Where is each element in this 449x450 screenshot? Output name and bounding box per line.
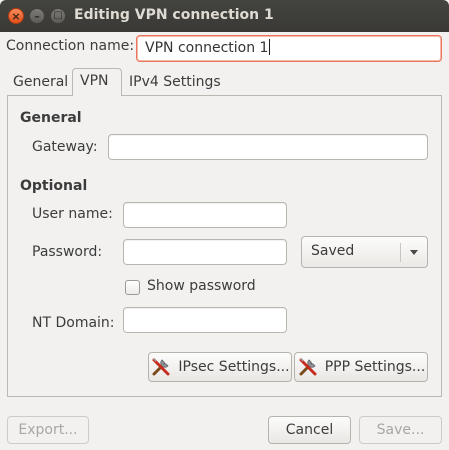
connection-name-value: VPN connection 1 — [145, 40, 269, 56]
minimize-window-button[interactable]: – — [29, 8, 45, 24]
connection-name-label: Connection name: — [6, 38, 135, 54]
tab-vpn[interactable]: VPN — [72, 68, 122, 96]
window-title: Editing VPN connection 1 — [74, 7, 274, 23]
tab-vpn-label: VPN — [80, 73, 109, 89]
gateway-input[interactable] — [108, 134, 428, 160]
password-input[interactable] — [123, 239, 287, 265]
text-caret — [269, 39, 271, 55]
save-label: Save... — [376, 422, 425, 438]
general-section-heading: General — [20, 110, 82, 126]
gateway-label: Gateway: — [32, 139, 98, 155]
ppp-settings-button[interactable]: PPP Settings... — [294, 352, 428, 382]
show-password-checkbox[interactable] — [125, 280, 140, 295]
tab-ipv4-settings[interactable]: IPv4 Settings — [122, 70, 228, 96]
dropdown-separator — [400, 243, 401, 262]
close-window-button[interactable]: × — [8, 8, 24, 24]
save-button[interactable]: Save... — [359, 416, 442, 444]
maximize-window-button[interactable]: □ — [50, 8, 66, 24]
title-bar: × – □ Editing VPN connection 1 — [0, 0, 449, 32]
show-password-label[interactable]: Show password — [147, 278, 256, 294]
vpn-tab-panel: General Gateway: Optional User name: Pas… — [7, 95, 442, 397]
password-storage-value: Saved — [311, 243, 355, 259]
tab-general-label: General — [13, 74, 69, 90]
username-label: User name: — [32, 206, 113, 222]
nt-domain-input[interactable] — [123, 307, 287, 333]
close-icon: × — [11, 9, 21, 23]
cancel-button[interactable]: Cancel — [268, 416, 351, 444]
nt-domain-label: NT Domain: — [32, 315, 115, 331]
tab-general[interactable]: General — [6, 70, 75, 96]
ipsec-settings-label: IPsec Settings... — [178, 359, 290, 375]
optional-section-heading: Optional — [20, 178, 88, 194]
maximize-icon: □ — [53, 10, 63, 21]
ipsec-settings-button[interactable]: IPsec Settings... — [148, 352, 292, 382]
cancel-label: Cancel — [285, 422, 334, 438]
password-storage-dropdown[interactable]: Saved — [301, 236, 428, 268]
export-button[interactable]: Export... — [7, 416, 89, 444]
export-label: Export... — [18, 422, 78, 438]
username-input[interactable] — [123, 202, 287, 228]
tab-ipv4-settings-label: IPv4 Settings — [129, 74, 221, 90]
chevron-down-icon — [410, 250, 418, 255]
password-label: Password: — [32, 244, 103, 260]
ppp-settings-label: PPP Settings... — [324, 359, 426, 375]
tools-icon — [299, 358, 317, 376]
connection-name-input[interactable]: VPN connection 1 — [136, 35, 442, 62]
minimize-icon: – — [34, 9, 40, 23]
tools-icon — [152, 358, 170, 376]
